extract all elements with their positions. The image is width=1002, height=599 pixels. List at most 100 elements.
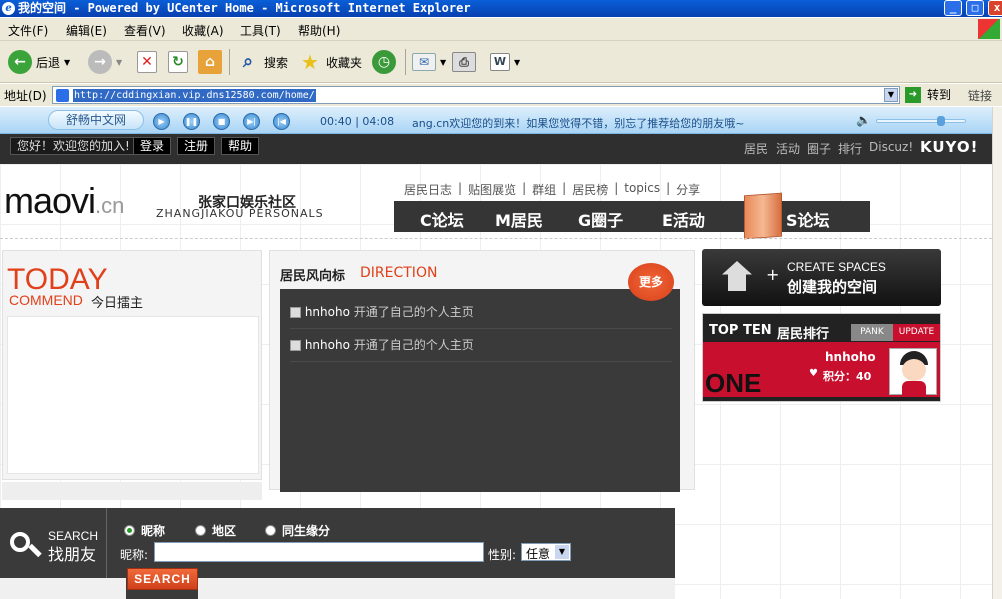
forward-button[interactable]: → ▼ <box>88 41 122 83</box>
top-user[interactable]: hnhoho <box>825 350 876 364</box>
radio-birth-label: 同生缘分 <box>282 524 331 538</box>
heart-icon: ♥ <box>809 368 818 379</box>
nickname-input[interactable] <box>154 542 484 562</box>
avatar-face <box>902 359 926 381</box>
ie-logo-icon: e <box>2 2 15 15</box>
divider: | <box>614 181 619 195</box>
today-panel: TODAY COMMEND 今日擂主 <box>2 250 262 480</box>
back-button[interactable]: ← 后退 ▼ <box>8 41 70 83</box>
house-icon <box>722 261 752 291</box>
site-logo[interactable]: maovi.cn <box>4 180 124 222</box>
go-arrow-icon: ➜ <box>905 86 921 103</box>
register-link[interactable]: 注册 <box>177 137 216 155</box>
player-time: 00:40 | 04:08 <box>320 115 395 128</box>
tab-update[interactable]: UPDATE <box>893 324 940 341</box>
menu-help[interactable]: 帮助(H) <box>298 22 340 39</box>
sub-link-topics[interactable]: topics <box>624 181 660 198</box>
volume-slider[interactable] <box>876 116 966 126</box>
feed-user[interactable]: hnhoho <box>305 338 350 352</box>
favorites-button[interactable]: ★ 收藏夹 <box>298 41 362 83</box>
menu-tools[interactable]: 工具(T) <box>240 22 281 39</box>
menu-edit[interactable]: 编辑(E) <box>66 22 107 39</box>
print-button[interactable]: ⎙ <box>452 41 476 83</box>
nav-residents[interactable]: 居民 <box>744 140 768 157</box>
window-title-bar: e 我的空间 - Powered by UCenter Home - Micro… <box>0 0 1002 17</box>
star-icon: ★ <box>301 50 319 74</box>
search-button[interactable]: ⌕ 搜索 <box>236 41 288 83</box>
stop-icon: ✕ <box>137 51 157 73</box>
nav-activities[interactable]: 活动 <box>776 140 800 157</box>
chevron-down-icon: ▼ <box>555 545 569 559</box>
top-ten-body: ONE hnhoho ♥ 积分：40 <box>703 342 940 398</box>
chevron-down-icon[interactable]: ▼ <box>884 88 898 102</box>
sub-link-diary[interactable]: 居民日志 <box>404 181 452 198</box>
address-input[interactable]: http://cddingxian.vip.dns12580.com/home/… <box>52 86 900 104</box>
volume-thumb[interactable] <box>937 116 945 126</box>
maximize-button[interactable]: □ <box>966 0 984 16</box>
top-score: 积分：40 <box>823 370 872 383</box>
minimize-button[interactable]: _ <box>944 0 962 16</box>
nav-residents-m[interactable]: M居民 <box>495 207 543 231</box>
history-button[interactable]: ◷ <box>372 41 396 83</box>
stop-button[interactable]: ✕ <box>137 41 157 83</box>
pause-icon[interactable]: ❚❚ <box>183 113 200 130</box>
feed-action: 开通了自己的个人主页 <box>353 305 474 319</box>
go-button[interactable]: ➜ 转到 <box>905 86 951 103</box>
sub-link-ranklist[interactable]: 居民榜 <box>572 181 608 198</box>
today-content <box>7 316 259 474</box>
sub-links: 居民日志 | 贴图展览 | 群组 | 居民榜 | topics | 分享 <box>404 181 700 198</box>
station-name[interactable]: 舒畅中文网 <box>48 110 144 130</box>
edit-button[interactable]: W ▼ <box>490 41 520 83</box>
search-panel: SEARCH 找朋友 昵称 地区 同生缘分 昵称: 性别: 任意 ▼ SEARC… <box>0 508 675 599</box>
feed-user[interactable]: hnhoho <box>305 305 350 319</box>
favorites-label: 收藏夹 <box>326 55 363 70</box>
search-submit-button[interactable]: SEARCH <box>127 568 198 590</box>
next-icon[interactable]: ▶| <box>243 113 260 130</box>
radio-nickname[interactable]: 昵称 <box>124 522 165 539</box>
menu-file[interactable]: 文件(F) <box>8 22 48 39</box>
sub-link-share[interactable]: 分享 <box>676 181 700 198</box>
sub-link-groups[interactable]: 群组 <box>532 181 556 198</box>
more-button[interactable]: 更多 <box>628 263 674 301</box>
nav-circles[interactable]: 圈子 <box>807 140 831 157</box>
word-icon: W <box>490 53 510 71</box>
radio-birth[interactable]: 同生缘分 <box>265 522 330 539</box>
nav-forum-s[interactable]: S论坛 <box>786 207 830 231</box>
top-ten-panel: TOP TEN 居民排行 PANK UPDATE ONE hnhoho ♥ 积分… <box>702 313 941 402</box>
radio-region[interactable]: 地区 <box>195 522 236 539</box>
address-bar: 地址(D) http://cddingxian.vip.dns12580.com… <box>0 84 1002 106</box>
nav-forum-c[interactable]: C论坛 <box>420 207 464 231</box>
nav-circles-g[interactable]: G圈子 <box>578 207 623 231</box>
create-space-button[interactable]: + CREATE SPACES 创建我的空间 <box>702 249 941 306</box>
links-label[interactable]: 链接 <box>968 87 992 104</box>
menu-view[interactable]: 查看(V) <box>124 22 166 39</box>
gender-select[interactable]: 任意 ▼ <box>521 543 571 561</box>
windows-logo-icon <box>978 19 1000 39</box>
play-icon[interactable]: ▶ <box>153 113 170 130</box>
help-link[interactable]: 帮助 <box>221 137 260 155</box>
search-cn: 找朋友 <box>48 545 97 564</box>
login-link[interactable]: 登录 <box>133 137 172 155</box>
home-button[interactable]: ⌂ <box>198 41 222 83</box>
nav-ranking[interactable]: 排行 <box>838 140 862 157</box>
nav-activities-e[interactable]: E活动 <box>662 207 705 231</box>
stop-icon[interactable]: ■ <box>213 113 230 130</box>
top-ten-title-cn: 居民排行 <box>777 327 830 342</box>
close-button[interactable]: x <box>988 0 1002 16</box>
top-user-avatar[interactable] <box>889 348 937 395</box>
sub-link-photos[interactable]: 贴图展览 <box>468 181 516 198</box>
menu-favorites[interactable]: 收藏(A) <box>182 22 224 39</box>
gender-value: 任意 <box>526 547 551 561</box>
refresh-button[interactable]: ↻ <box>168 41 188 83</box>
nav-discuz[interactable]: Discuz! <box>869 140 913 154</box>
previous-icon[interactable]: |◀ <box>273 113 290 130</box>
toolbar-separator <box>405 49 406 75</box>
volume-icon[interactable]: 🔈 <box>856 113 871 127</box>
radio-icon <box>195 525 206 536</box>
radio-region-label: 地区 <box>212 524 237 538</box>
mail-button[interactable]: ✉ ▼ <box>412 41 446 83</box>
header-divider <box>0 238 992 239</box>
vertical-scrollbar[interactable] <box>992 107 1002 599</box>
tab-rank[interactable]: PANK <box>851 324 893 341</box>
printer-icon: ⎙ <box>452 52 476 72</box>
